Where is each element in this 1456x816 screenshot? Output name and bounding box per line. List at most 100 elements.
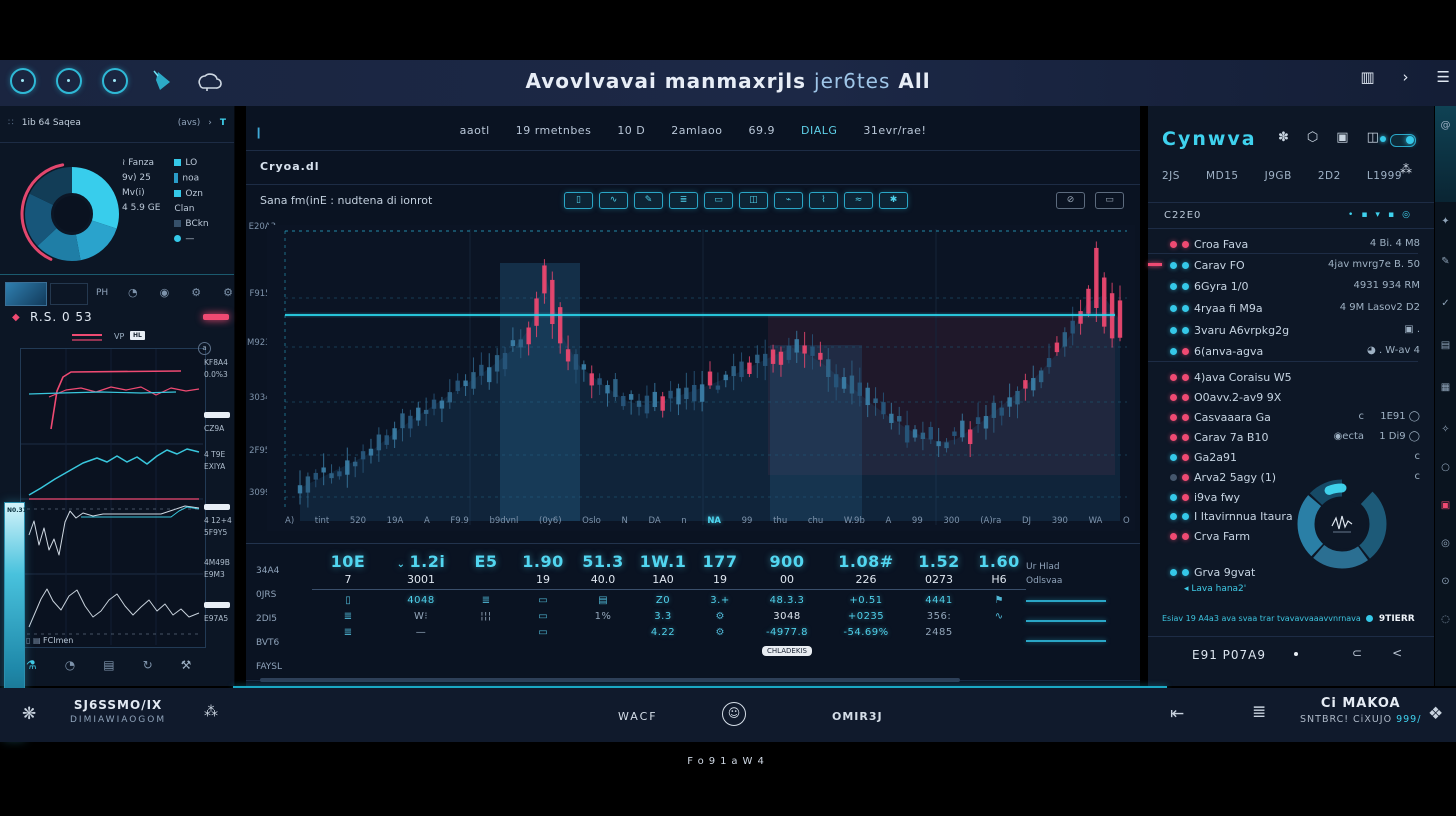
stat-sub-value: 19 — [514, 573, 572, 590]
nav-watch[interactable]: WACF — [618, 710, 658, 723]
clover-icon[interactable]: ❖ — [1428, 704, 1443, 724]
account-block[interactable]: Ci MAKOA SNTBRC! CiXUJO 999/ — [1300, 696, 1421, 725]
columns-icon[interactable]: ▥ — [1360, 68, 1374, 86]
flask-icon[interactable]: ⚗ — [26, 658, 37, 672]
pager-icon-0[interactable]: ⊂ — [1352, 646, 1362, 660]
stat-column-5[interactable]: 1W.11A0Z03.34.22 — [634, 552, 692, 676]
status-dot-icon — [1170, 513, 1177, 520]
menu-icon[interactable]: ☰ — [1437, 68, 1450, 86]
chart-axis-value: E97A5 — [204, 614, 228, 623]
edit-icon[interactable]: ✎ — [1435, 256, 1456, 267]
cursor-icon[interactable]: ✦ — [1435, 216, 1456, 227]
stat-column-10[interactable]: 1.60H6⚑∿ — [972, 552, 1026, 676]
draw-tool-7[interactable]: ⌇ — [809, 192, 838, 209]
chart-thumbnail[interactable] — [5, 282, 47, 306]
list-item-value: c — [1415, 471, 1421, 482]
tools-icon[interactable]: ⚒ — [181, 658, 192, 672]
settings-gear-icon[interactable]: ❋ — [22, 704, 36, 724]
menu-item-5[interactable]: DIALG — [801, 124, 837, 137]
stat-column-1[interactable]: ⌄ 1.2i30014048W⁝— — [384, 552, 458, 676]
status-dot-icon — [1182, 394, 1189, 401]
stat-detail: 2485 — [906, 627, 972, 638]
range-label[interactable]: (avs) — [178, 118, 201, 128]
list-item-label: Ga2a91 — [1194, 451, 1237, 464]
tab-ph-label[interactable]: PH — [96, 288, 108, 298]
stat-column-3[interactable]: 1.9019▭▭▭ — [514, 552, 572, 676]
layers-icon[interactable]: ▤ — [1435, 340, 1456, 351]
list-item-4[interactable]: 3varu A6vrpkg2g — [1170, 324, 1420, 337]
pager-icon-1[interactable]: < — [1392, 646, 1402, 660]
menu-item-6[interactable]: 31evr/rae! — [863, 124, 926, 137]
list-item-label: 6(anva-agva — [1194, 345, 1263, 358]
main-chart[interactable] — [267, 225, 1135, 535]
draw-tool-9[interactable]: ✱ — [879, 192, 908, 209]
draw-tool-8[interactable]: ≈ — [844, 192, 873, 209]
pin-label[interactable]: T — [220, 118, 226, 128]
chevron-icon[interactable]: › — [208, 118, 212, 128]
stat-column-6[interactable]: 177193.+⚙⚙ — [692, 552, 748, 676]
panel-icon[interactable]: ▤ — [103, 658, 114, 672]
avatar-icon[interactable]: ☺ — [722, 702, 746, 726]
stat-column-0[interactable]: 10E7▯≣≣ — [312, 552, 384, 676]
ring-icon[interactable]: ◎ — [1435, 538, 1456, 549]
at-icon[interactable]: @ — [1435, 120, 1456, 131]
horizontal-scrollbar[interactable] — [260, 678, 960, 682]
indent-icon[interactable]: ⇤ — [1170, 704, 1184, 724]
clock-icon[interactable]: ◔ — [65, 658, 75, 672]
status-dot-icon — [1170, 414, 1177, 421]
draw-tool-0[interactable]: ▯ — [564, 192, 593, 209]
menu-item-2[interactable]: 10 D — [617, 124, 645, 137]
alert-badge[interactable] — [203, 314, 229, 320]
equals-icon[interactable]: ≣ — [1252, 702, 1266, 722]
brand-block[interactable]: SJ6SSMO/IX DIMIAWIAOGOM — [70, 698, 166, 725]
anchor-icon[interactable]: a — [198, 342, 211, 355]
legend-entry: Ozn — [174, 189, 208, 199]
refresh-icon[interactable]: ↻ — [143, 658, 153, 672]
draw-tool-4[interactable]: ▭ — [704, 192, 733, 209]
symbol-label[interactable]: Cryoa.dl — [260, 160, 319, 173]
grid-icon[interactable]: ▦ — [1435, 382, 1456, 393]
draw-tool-5[interactable]: ◫ — [739, 192, 768, 209]
left-tab-icon-2[interactable]: ⚙ — [191, 286, 201, 299]
chart-menu: aaotl 19 rmetnbes 10 D 2amlaoo 69.9 DIALG 31ev… — [366, 124, 1020, 137]
chart-axis-value: KF8A4 — [204, 358, 228, 367]
draw-tool-2[interactable]: ✎ — [634, 192, 663, 209]
circle-icon[interactable]: ○ — [1435, 462, 1456, 473]
status-dot-icon — [1182, 454, 1189, 461]
menu-item-1[interactable]: 19 rmetnbes — [516, 124, 592, 137]
extra-tool-1[interactable]: ▭ — [1095, 192, 1124, 209]
power-icon[interactable]: ◌ — [1435, 614, 1456, 625]
pin-mini-icon[interactable]: ❙ — [254, 126, 263, 139]
shield2-icon[interactable]: ⊙ — [1435, 576, 1456, 587]
stat-column-9[interactable]: 1.5202734441356:2485 — [906, 552, 972, 676]
stat-column-2[interactable]: E5 ≣¦¦¦ — [458, 552, 514, 676]
spark-icon[interactable]: ✧ — [1435, 424, 1456, 435]
chevron-right-icon[interactable]: › — [1403, 68, 1409, 86]
menu-item-3[interactable]: 2amlaoo — [671, 124, 722, 137]
draw-tool-6[interactable]: ⌁ — [774, 192, 803, 209]
extra-tool-0[interactable]: ⊘ — [1056, 192, 1085, 209]
list-item-6[interactable]: 4)ava Coraisu W5 — [1170, 371, 1420, 384]
left-tab-icon-0[interactable]: ◔ — [128, 286, 138, 299]
draw-tool-3[interactable]: ≣ — [669, 192, 698, 209]
list-item-10[interactable]: Ga2a91 — [1170, 451, 1420, 464]
left-tab-icon-1[interactable]: ◉ — [160, 286, 170, 299]
draw-tool-1[interactable]: ∿ — [599, 192, 628, 209]
stat-column-4[interactable]: 51.340.0▤1% — [572, 552, 634, 676]
stat-big-value: 1.08# — [826, 552, 906, 571]
sparkle-icon[interactable]: ⁂ — [204, 704, 218, 720]
menu-item-0[interactable]: aaotl — [460, 124, 490, 137]
left-tab-icon-3[interactable]: ⚙ — [223, 286, 233, 299]
left-chart-panel — [20, 348, 206, 648]
menu-item-4[interactable]: 69.9 — [749, 124, 776, 137]
thumbnail-slot[interactable] — [50, 283, 88, 305]
score-gauge — [1284, 466, 1400, 586]
stop-icon[interactable]: ▣ — [1435, 500, 1456, 511]
list-item-7[interactable]: O0avv.2-av9 9X — [1170, 391, 1420, 404]
nav-order[interactable]: OMIR3J — [832, 710, 883, 723]
brand-title: SJ6SSMO/IX — [70, 698, 166, 712]
check-icon[interactable]: ✓ — [1435, 298, 1456, 309]
sub-item[interactable]: ◂ Lava hana2' — [1184, 584, 1246, 594]
stat-column-8[interactable]: 1.08#226+0.51+0235-54.69% — [826, 552, 906, 676]
stat-column-7[interactable]: 9000048.3.33048-4977.8CHLADEKIS — [748, 552, 826, 676]
